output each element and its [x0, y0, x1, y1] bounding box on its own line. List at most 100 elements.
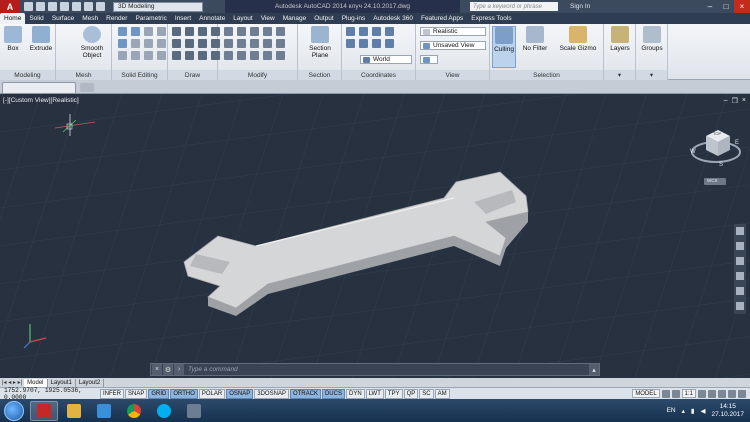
fillet-icon[interactable] — [237, 39, 246, 48]
tray-arrow-icon[interactable]: ▴ — [682, 407, 685, 415]
tab-featured-apps[interactable]: Featured Apps — [417, 13, 467, 24]
command-close-icon[interactable]: × — [152, 364, 162, 375]
mirror-icon[interactable] — [224, 39, 233, 48]
tab-home[interactable]: Home — [0, 13, 26, 24]
drawing-viewport[interactable]: [-][Custom View][Realistic] – ❐ × TOP W … — [0, 94, 750, 378]
search-input[interactable]: Type a keyword or phrase — [470, 2, 558, 11]
hatch-icon[interactable] — [172, 51, 181, 60]
annotation-scale-value[interactable]: 1:1 — [681, 389, 696, 398]
tab-layout[interactable]: Layout — [229, 13, 257, 24]
open-icon[interactable] — [36, 2, 45, 11]
groups-button[interactable]: Groups — [640, 26, 664, 52]
visual-style-dropdown[interactable]: Realistic — [420, 27, 486, 36]
tab-manage[interactable]: Manage — [279, 13, 311, 24]
ucs-face-icon[interactable] — [346, 39, 355, 48]
toggle-dyn[interactable]: DYN — [345, 388, 365, 399]
isolate-objects-icon[interactable] — [728, 389, 736, 398]
imprint-icon[interactable] — [144, 39, 153, 48]
culling-button[interactable]: Culling — [492, 26, 516, 68]
polyline-icon[interactable] — [185, 27, 194, 36]
command-history-icon[interactable]: ▴ — [589, 364, 599, 375]
start-button[interactable] — [4, 400, 24, 421]
intersect-icon[interactable] — [118, 39, 127, 48]
region-icon[interactable] — [198, 51, 207, 60]
taskbar-autocad[interactable] — [30, 400, 58, 421]
workspace-switch-icon[interactable] — [698, 389, 706, 398]
undo-icon[interactable] — [84, 2, 93, 11]
toggle-tpy[interactable]: TPY — [384, 388, 403, 399]
ucs-dropdown[interactable]: World — [360, 55, 412, 64]
shell-icon[interactable] — [131, 51, 140, 60]
point-icon[interactable] — [185, 51, 194, 60]
line-icon[interactable] — [172, 27, 181, 36]
tab-view[interactable]: View — [257, 13, 279, 24]
viewport-config-dropdown[interactable] — [420, 55, 438, 64]
array-icon[interactable] — [224, 51, 233, 60]
align-icon[interactable] — [250, 51, 259, 60]
save-as-icon[interactable] — [60, 2, 69, 11]
ucs-view-icon[interactable] — [372, 27, 381, 36]
viewport-controls-label[interactable]: [-][Custom View][Realistic] — [3, 97, 79, 104]
union-icon[interactable] — [118, 27, 127, 36]
smooth-object-button[interactable]: Smooth Object — [76, 26, 108, 59]
taskbar-chrome[interactable] — [120, 401, 148, 421]
wcs-menu-label[interactable]: WCS — [707, 178, 718, 183]
command-settings-icon[interactable]: ⚙ — [163, 364, 173, 375]
panel-title-draw[interactable]: Draw — [168, 70, 217, 80]
toggle-otrack[interactable]: OTRACK — [289, 388, 321, 399]
panel-title-view[interactable]: View — [416, 70, 489, 80]
move-icon[interactable] — [224, 27, 233, 36]
network-icon[interactable]: ▮ — [691, 407, 695, 415]
tab-solid[interactable]: Solid — [25, 13, 47, 24]
toggle-qp[interactable]: QP — [403, 388, 419, 399]
toggle-osnap[interactable]: OSNAP — [226, 388, 254, 399]
hardware-acceleration-icon[interactable] — [718, 389, 726, 398]
scale-gizmo-button[interactable]: Scale Gizmo — [556, 26, 600, 52]
viewport-minimize-icon[interactable]: – — [724, 97, 728, 105]
named-view-dropdown[interactable]: Unsaved View — [420, 41, 486, 50]
spline-icon[interactable] — [185, 39, 194, 48]
rectangle-icon[interactable] — [172, 39, 181, 48]
tab-model[interactable]: Model — [24, 378, 48, 387]
tab-parametric[interactable]: Parametric — [131, 13, 170, 24]
toggle-sc[interactable]: SC — [419, 388, 434, 399]
navigation-bar[interactable] — [734, 224, 746, 314]
extrude-button[interactable]: Extrude — [28, 26, 54, 52]
taskbar-app[interactable] — [180, 401, 208, 421]
offset-edge-icon[interactable] — [157, 39, 166, 48]
redo-icon[interactable] — [96, 2, 105, 11]
toggle-grid[interactable]: GRID — [148, 388, 170, 399]
tab-layout2[interactable]: Layout2 — [76, 378, 105, 387]
panel-title-coordinates[interactable]: Coordinates — [342, 70, 415, 80]
workspace-dropdown[interactable]: 3D Modeling — [113, 1, 203, 12]
toggle-lwt[interactable]: LWT — [365, 388, 384, 399]
application-menu-button[interactable]: A — [0, 0, 20, 13]
clean-screen-icon[interactable] — [738, 389, 746, 398]
panel-title-layers[interactable]: ▾ — [604, 70, 635, 80]
language-indicator[interactable]: EN — [667, 407, 676, 414]
panel-title-section[interactable]: Section — [298, 70, 341, 80]
panel-title-selection[interactable]: Selection — [490, 70, 603, 80]
toggle-ortho[interactable]: ORTHO — [170, 388, 198, 399]
tab-express-tools[interactable]: Express Tools — [467, 13, 515, 24]
no-filter-button[interactable]: No Filter — [520, 26, 550, 52]
fillet-edge-icon[interactable] — [118, 51, 127, 60]
ucs-object-icon[interactable] — [385, 27, 394, 36]
plot-icon[interactable] — [72, 2, 81, 11]
panel-title-modify[interactable]: Modify — [218, 70, 297, 80]
taskbar-media[interactable] — [90, 401, 118, 421]
volume-icon[interactable]: ◀ — [700, 407, 705, 415]
annotation-scale-icon[interactable] — [671, 389, 680, 398]
quick-view-layouts-icon[interactable] — [661, 389, 670, 398]
ucs-origin-icon[interactable] — [359, 27, 368, 36]
viewport-close-icon[interactable]: × — [742, 97, 746, 105]
tab-autodesk-360[interactable]: Autodesk 360 — [369, 13, 417, 24]
new-icon[interactable] — [24, 2, 33, 11]
panel-title-solid-editing[interactable]: Solid Editing — [112, 70, 167, 80]
tab-surface[interactable]: Surface — [48, 13, 78, 24]
tab-layout1[interactable]: Layout1 — [48, 378, 76, 387]
taskbar-skype[interactable] — [150, 401, 178, 421]
separate-icon[interactable] — [144, 51, 153, 60]
ellipse-icon[interactable] — [198, 39, 207, 48]
tab-annotate[interactable]: Annotate — [195, 13, 229, 24]
